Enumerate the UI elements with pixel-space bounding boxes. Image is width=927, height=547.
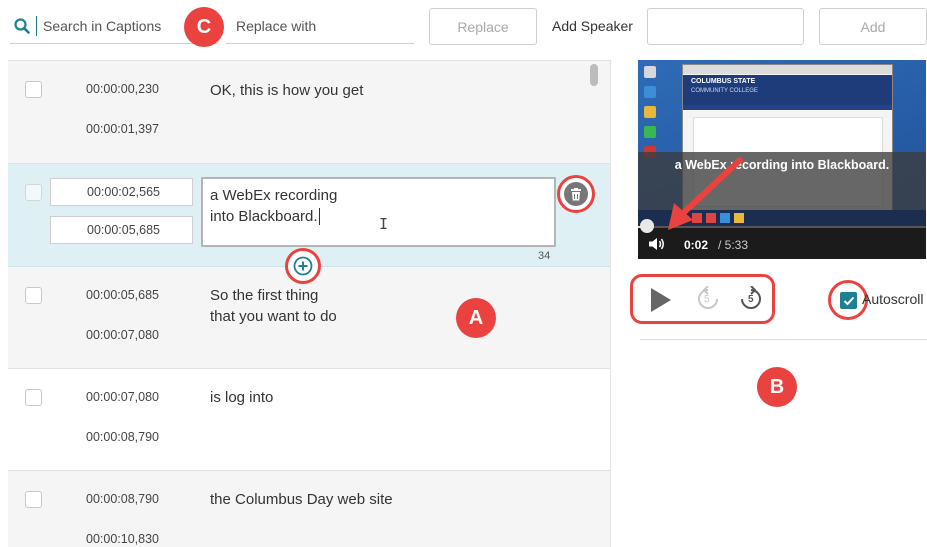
caption-list: 00:00:00,230 00:00:01,397 OK, this is ho… [8,60,610,547]
text-caret [318,208,320,225]
caption-row[interactable]: 00:00:07,080 00:00:08,790 is log into [8,369,610,471]
start-time[interactable]: 00:00:08,790 [86,492,159,506]
replace-input-placeholder[interactable]: Replace with [236,18,316,34]
start-time-input[interactable]: 00:00:02,565 [50,178,193,206]
row-checkbox[interactable] [25,491,42,508]
plus-circle-icon [293,256,313,276]
play-icon[interactable] [649,286,673,314]
caption-text[interactable]: the Columbus Day web site [210,489,393,510]
end-time[interactable]: 00:00:10,830 [86,532,159,546]
add-speaker-button[interactable]: Add [819,8,927,45]
caption-list-scrollbar[interactable] [589,64,599,547]
caption-row[interactable]: 00:00:08,790 00:00:10,830 the Columbus D… [8,471,610,547]
add-speaker-label: Add Speaker [552,18,633,34]
end-time[interactable]: 00:00:08,790 [86,430,159,444]
replace-button[interactable]: Replace [429,8,537,45]
row-checkbox[interactable] [25,389,42,406]
speaker-name-input[interactable] [647,8,804,45]
annotation-badge-c: C [184,7,224,47]
autoscroll-label[interactable]: Autoscroll [862,291,923,307]
annotation-arrow [668,157,743,230]
panel-divider [610,60,611,547]
skip-forward-seconds: 5 [748,294,754,305]
start-time[interactable]: 00:00:00,230 [86,82,159,96]
add-caption-button[interactable] [285,248,321,284]
caption-row[interactable]: 00:00:00,230 00:00:01,397 OK, this is ho… [8,61,610,164]
playback-controls: 5 5 [630,274,775,324]
panel-separator [640,339,927,340]
end-time[interactable]: 00:00:07,080 [86,328,159,342]
caption-line-1: So the first thing [210,287,319,304]
caption-text[interactable]: So the first thing that you want to do [210,285,337,327]
caption-text[interactable]: OK, this is how you get [210,80,363,101]
end-time[interactable]: 00:00:01,397 [86,122,159,136]
caption-text[interactable]: is log into [210,387,273,408]
row-checkbox[interactable] [25,184,42,201]
row-checkbox[interactable] [25,287,42,304]
row-checkbox[interactable] [25,81,42,98]
checkmark-icon [843,296,854,305]
skip-forward-button[interactable]: 5 [739,285,763,312]
trash-icon [571,187,581,200]
skip-back-seconds: 5 [704,294,710,305]
caption-line-2: that you want to do [210,308,337,325]
skip-back-button[interactable]: 5 [696,285,720,312]
annotation-badge-a: A [456,298,496,338]
annotation-badge-b: B [757,367,797,407]
video-player[interactable]: COLUMBUS STATE COMMUNITY COLLEGE a WebEx… [638,60,926,259]
character-count: 34 [538,250,551,262]
end-time-input[interactable]: 00:00:05,685 [50,216,193,244]
scrollbar-thumb[interactable] [590,64,598,86]
ibeam-cursor-icon: I [379,215,389,233]
start-time[interactable]: 00:00:07,080 [86,390,159,404]
search-input-placeholder[interactable]: Search in Captions [43,18,161,34]
text-caret [36,16,37,36]
start-time[interactable]: 00:00:05,685 [86,288,159,302]
search-icon [14,18,30,34]
replace-field[interactable]: Replace with [226,8,414,44]
caption-text-editor[interactable]: a WebEx recording into Blackboard. I [201,177,556,247]
caption-line-2: into Blackboard. [210,208,318,225]
caption-line-1: a WebEx recording [210,187,338,204]
caption-row-active[interactable]: 00:00:02,565 00:00:05,685 a WebEx record… [8,164,610,284]
